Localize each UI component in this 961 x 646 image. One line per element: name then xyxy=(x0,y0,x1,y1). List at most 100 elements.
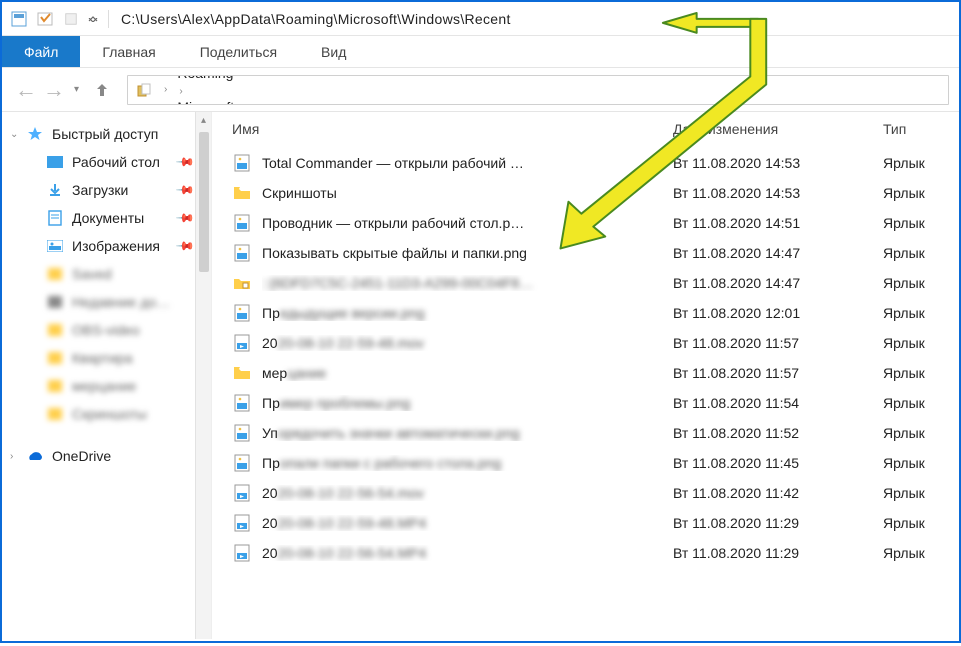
sidebar-quick-access[interactable]: ⌄ Быстрый доступ xyxy=(2,120,211,148)
file-icon xyxy=(232,543,252,563)
file-row[interactable]: мерцаниеВт 11.08.2020 11:57Ярлык xyxy=(212,358,959,388)
file-name: Скриншоты xyxy=(262,185,673,201)
file-row[interactable]: Total Commander — открыли рабочий …Вт 11… xyxy=(212,148,959,178)
sidebar-documents[interactable]: Документы 📌 xyxy=(2,204,211,232)
file-type: Ярлык xyxy=(883,305,959,321)
sidebar-scrollbar[interactable]: ▴ xyxy=(195,112,211,639)
file-row[interactable]: Предыдущие версии.pngВт 11.08.2020 12:01… xyxy=(212,298,959,328)
sidebar-item-label: Быстрый доступ xyxy=(52,126,158,142)
sidebar-item-label: Рабочий стол xyxy=(72,154,160,170)
column-type[interactable]: Тип xyxy=(883,121,959,137)
file-row[interactable]: 2020-08-10 22-59-48.movВт 11.08.2020 11:… xyxy=(212,328,959,358)
file-name: 2020-08-10 22-59-48.mov xyxy=(262,335,673,351)
body-area: ⌄ Быстрый доступ Рабочий стол 📌 Загрузки… xyxy=(2,112,959,639)
column-name[interactable]: Имя xyxy=(232,121,673,137)
file-name: Показывать скрытые файлы и папки.png xyxy=(262,245,673,261)
file-date: Вт 11.08.2020 11:57 xyxy=(673,365,883,381)
file-type: Ярлык xyxy=(883,245,959,261)
sidebar-blurred-item[interactable]: Скриншоты xyxy=(2,400,211,428)
column-headers[interactable]: Имя Дата изменения Тип xyxy=(212,112,959,146)
ribbon-tabs: Файл Главная Поделиться Вид xyxy=(2,36,959,68)
file-type: Ярлык xyxy=(883,395,959,411)
history-dropdown-icon[interactable]: ▾ xyxy=(74,84,79,95)
window-title-path: C:\Users\Alex\AppData\Roaming\Microsoft\… xyxy=(115,11,511,27)
file-name: 2020-08-10 22-56-54.mov xyxy=(262,485,673,501)
tab-share[interactable]: Поделиться xyxy=(178,36,299,67)
quick-dropdown-icon[interactable] xyxy=(88,12,98,25)
sidebar-blurred-item[interactable]: Квартира xyxy=(2,344,211,372)
file-row[interactable]: 2020-08-10 22-59-48.MP4Вт 11.08.2020 11:… xyxy=(212,508,959,538)
breadcrumb-segment[interactable]: Microsoft xyxy=(173,99,320,105)
scroll-up-icon[interactable]: ▴ xyxy=(196,112,211,128)
expand-caret-icon[interactable]: › xyxy=(10,451,13,462)
folder-icon xyxy=(232,273,252,293)
address-bar[interactable]: › alex›AppData›Roaming›Microsoft›Windows… xyxy=(127,75,949,105)
file-date: Вт 11.08.2020 14:53 xyxy=(673,155,883,171)
file-type: Ярлык xyxy=(883,545,959,561)
file-name: Проводник — открыли рабочий стол.p… xyxy=(262,215,673,231)
breadcrumb-segment[interactable]: Roaming xyxy=(173,75,320,81)
file-row[interactable]: Пропали папки с рабочего стола.pngВт 11.… xyxy=(212,448,959,478)
pin-recent-icon[interactable] xyxy=(34,8,56,30)
back-button[interactable]: ← xyxy=(12,76,40,104)
file-type: Ярлык xyxy=(883,425,959,441)
file-row[interactable]: Пример проблемы.pngВт 11.08.2020 11:54Яр… xyxy=(212,388,959,418)
sidebar-pictures[interactable]: Изображения 📌 xyxy=(2,232,211,260)
file-type: Ярлык xyxy=(883,335,959,351)
file-date: Вт 11.08.2020 11:29 xyxy=(673,515,883,531)
blank-icon[interactable] xyxy=(60,8,82,30)
desktop-icon xyxy=(46,153,64,171)
file-date: Вт 11.08.2020 14:53 xyxy=(673,185,883,201)
file-row[interactable]: Проводник — открыли рабочий стол.p…Вт 11… xyxy=(212,208,959,238)
file-date: Вт 11.08.2020 14:51 xyxy=(673,215,883,231)
file-name: Пропали папки с рабочего стола.png xyxy=(262,455,673,471)
scroll-thumb[interactable] xyxy=(199,132,209,272)
forward-button[interactable]: → xyxy=(40,76,68,104)
tab-home[interactable]: Главная xyxy=(80,36,177,67)
file-row[interactable]: Показывать скрытые файлы и папки.pngВт 1… xyxy=(212,238,959,268)
file-date: Вт 11.08.2020 11:29 xyxy=(673,545,883,561)
file-date: Вт 11.08.2020 11:54 xyxy=(673,395,883,411)
sidebar-desktop[interactable]: Рабочий стол 📌 xyxy=(2,148,211,176)
tab-view[interactable]: Вид xyxy=(299,36,368,67)
pictures-icon xyxy=(46,237,64,255)
sidebar-item-label: Документы xyxy=(72,210,144,226)
nav-toolbar: ← → ▾ › alex›AppData›Roaming›Microsoft›W… xyxy=(2,68,959,112)
location-icon xyxy=(136,81,154,99)
sidebar-onedrive[interactable]: › OneDrive xyxy=(2,442,211,470)
sidebar-downloads[interactable]: Загрузки 📌 xyxy=(2,176,211,204)
folder-icon xyxy=(232,363,252,383)
chevron-right-icon[interactable]: › xyxy=(173,86,188,97)
sidebar-blurred-item[interactable]: мерцание xyxy=(2,372,211,400)
sidebar-item-label: OneDrive xyxy=(52,448,111,464)
file-name: 2020-08-10 22-56-54.MP4 xyxy=(262,545,673,561)
file-row[interactable]: ::{6DFD7C5C-2451-11D3-A299-00C04F8…Вт 11… xyxy=(212,268,959,298)
file-icon xyxy=(232,513,252,533)
file-name: Предыдущие версии.png xyxy=(262,305,673,321)
column-date[interactable]: Дата изменения xyxy=(673,121,883,137)
cloud-icon xyxy=(26,447,44,465)
sidebar-blurred-item[interactable]: Saved xyxy=(2,260,211,288)
file-icon xyxy=(232,303,252,323)
up-button[interactable] xyxy=(89,77,115,103)
file-type: Ярлык xyxy=(883,365,959,381)
file-type: Ярлык xyxy=(883,215,959,231)
root-caret-icon[interactable]: › xyxy=(158,84,173,95)
tab-file[interactable]: Файл xyxy=(2,36,80,67)
sidebar-blurred-item[interactable]: Недавние до… xyxy=(2,288,211,316)
file-row[interactable]: 2020-08-10 22-56-54.movВт 11.08.2020 11:… xyxy=(212,478,959,508)
file-list: Имя Дата изменения Тип Total Commander —… xyxy=(212,112,959,639)
download-icon xyxy=(46,181,64,199)
collapse-caret-icon[interactable]: ⌄ xyxy=(10,129,18,140)
file-date: Вт 11.08.2020 14:47 xyxy=(673,275,883,291)
file-icon xyxy=(232,213,252,233)
file-name: 2020-08-10 22-59-48.MP4 xyxy=(262,515,673,531)
file-row[interactable]: Упорядочить значки автоматически.pngВт 1… xyxy=(212,418,959,448)
properties-icon[interactable] xyxy=(8,8,30,30)
file-row[interactable]: СкриншотыВт 11.08.2020 14:53Ярлык xyxy=(212,178,959,208)
file-icon xyxy=(232,243,252,263)
sidebar-blurred-item[interactable]: OBS-video xyxy=(2,316,211,344)
file-name: Упорядочить значки автоматически.png xyxy=(262,425,673,441)
file-icon xyxy=(232,393,252,413)
file-row[interactable]: 2020-08-10 22-56-54.MP4Вт 11.08.2020 11:… xyxy=(212,538,959,568)
